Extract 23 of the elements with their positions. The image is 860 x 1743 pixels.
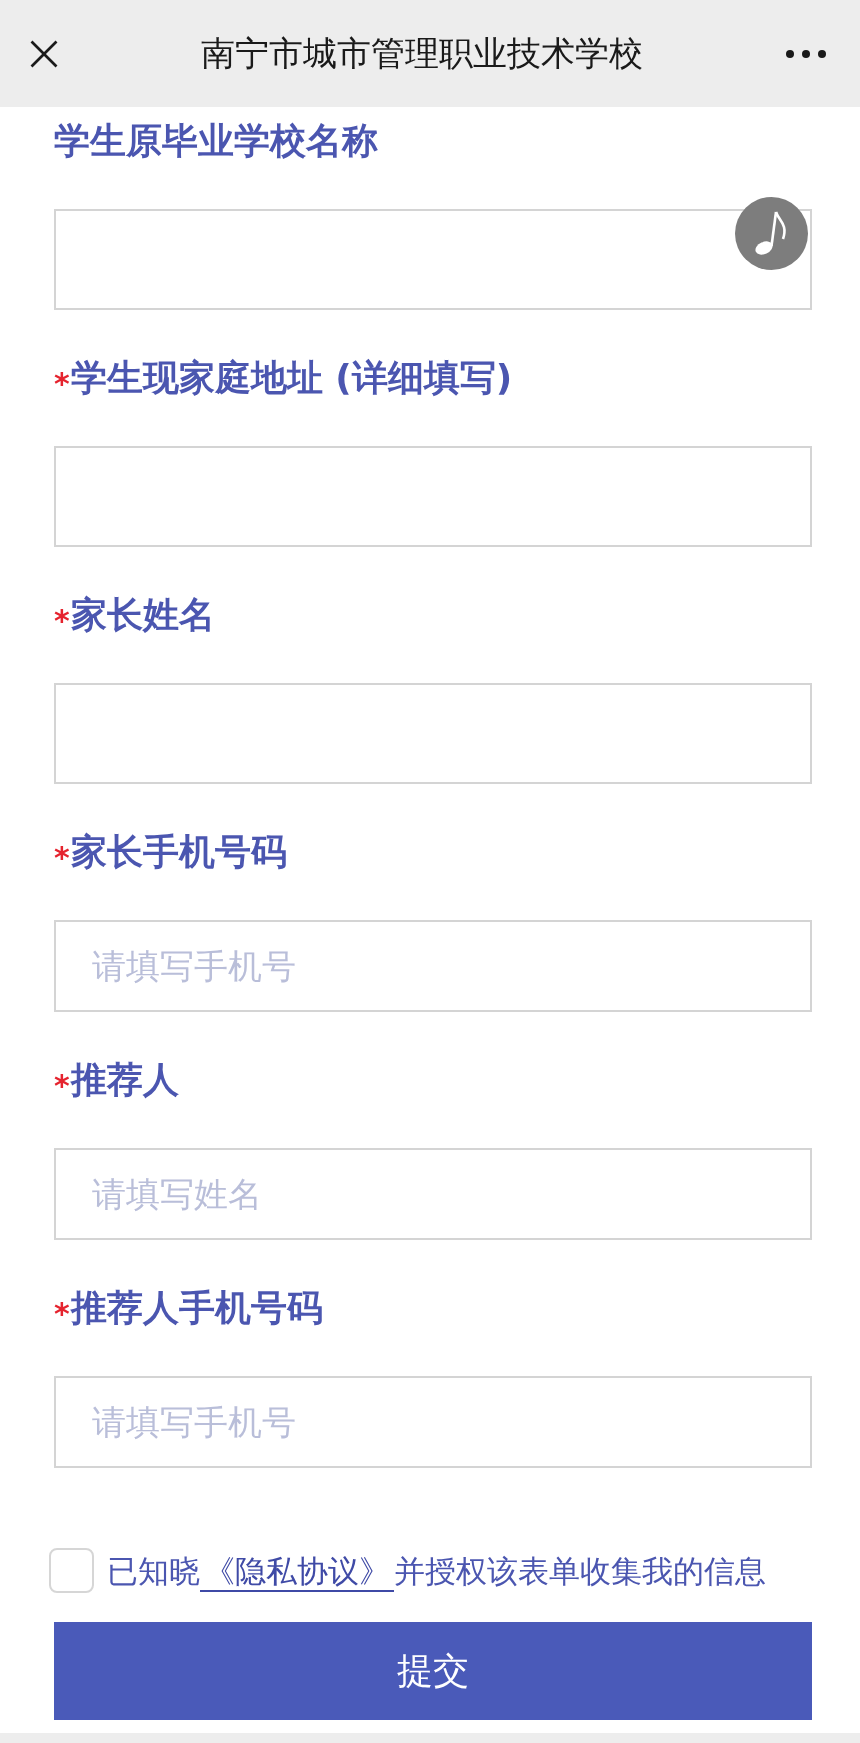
- music-note-icon[interactable]: [735, 197, 808, 270]
- required-marker: *: [54, 369, 70, 399]
- field-label: 学生原毕业学校名称: [54, 119, 378, 163]
- privacy-policy-link[interactable]: 《隐私协议》: [200, 1552, 394, 1592]
- close-icon[interactable]: [30, 39, 58, 68]
- required-marker: *: [54, 1299, 70, 1329]
- field-label: 推荐人手机号码: [70, 1286, 323, 1330]
- field-label: 学生现家庭地址 (详细填写): [70, 356, 513, 400]
- field-label: 家长手机号码: [70, 830, 287, 874]
- more-icon[interactable]: [786, 49, 826, 58]
- text-area[interactable]: [54, 209, 812, 310]
- consent-text: 已知晓《隐私协议》并授权该表单收集我的信息: [107, 1548, 766, 1593]
- required-marker: *: [54, 843, 70, 873]
- checkbox[interactable]: [49, 1548, 94, 1593]
- required-marker: *: [54, 606, 70, 636]
- required-marker: *: [54, 1071, 70, 1101]
- window-title: 南宁市城市管理职业技术学校: [200, 31, 644, 75]
- input-field[interactable]: 请填写手机号: [54, 920, 812, 1012]
- field-label: 推荐人: [70, 1058, 179, 1102]
- field-label: 家长姓名: [70, 593, 215, 637]
- submit-button[interactable]: 提交: [54, 1622, 812, 1720]
- input-field[interactable]: 请填写姓名: [54, 1148, 812, 1240]
- input-field[interactable]: 请填写手机号: [54, 1376, 812, 1468]
